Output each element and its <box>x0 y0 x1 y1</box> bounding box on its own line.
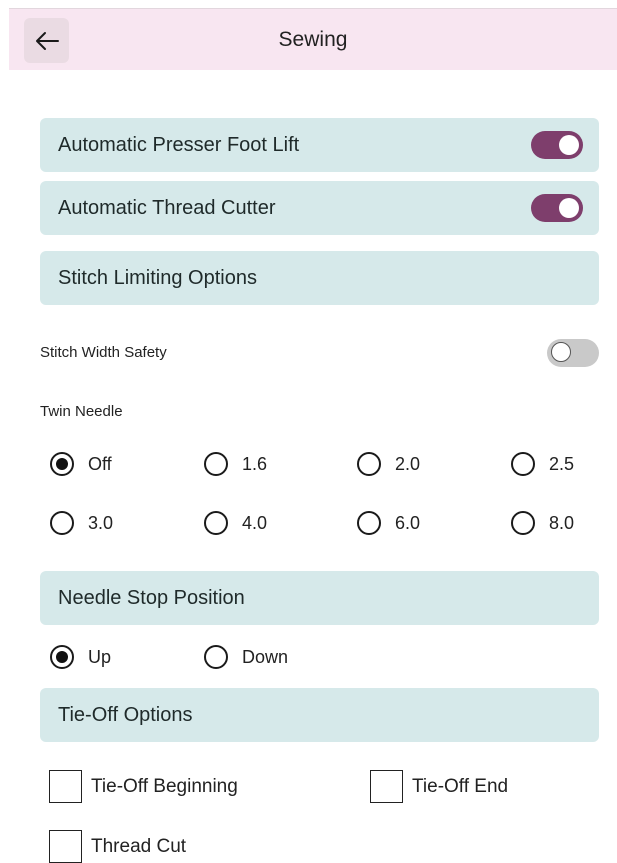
needle-stop-title: Needle Stop Position <box>58 586 245 609</box>
radio-label: Up <box>88 646 112 667</box>
thread-cutter-row: Automatic Thread Cutter <box>40 181 599 235</box>
twin-needle-option-off[interactable]: Off <box>50 452 112 476</box>
needle-stop-option-down[interactable]: Down <box>204 645 288 669</box>
radio-label: 6.0 <box>395 512 421 533</box>
radio-label: 4.0 <box>242 512 268 533</box>
twin-needle-option-2-5[interactable]: 2.5 <box>511 452 574 476</box>
twin-needle-option-2-0[interactable]: 2.0 <box>357 452 420 476</box>
needle-stop-section-header: Needle Stop Position <box>40 571 599 625</box>
twin-needle-option-6-0[interactable]: 6.0 <box>357 511 420 535</box>
checkbox-box <box>370 770 403 803</box>
radio-label: 1.6 <box>242 453 268 474</box>
radio-label: Down <box>242 646 289 667</box>
radio-unselected <box>357 452 381 476</box>
tie-off-section-header: Tie-Off Options <box>40 688 599 742</box>
twin-needle-option-8-0[interactable]: 8.0 <box>511 511 574 535</box>
tie-off-end-checkbox[interactable]: Tie-Off End <box>370 770 508 803</box>
radio-unselected <box>204 452 228 476</box>
thread-cutter-label: Automatic Thread Cutter <box>58 196 276 219</box>
stitch-limiting-title: Stitch Limiting Options <box>58 266 257 289</box>
twin-needle-option-3-0[interactable]: 3.0 <box>50 511 113 535</box>
stitch-width-safety-label: Stitch Width Safety <box>40 344 167 361</box>
radio-label: 8.0 <box>549 512 575 533</box>
checkbox-box <box>49 770 82 803</box>
needle-stop-option-up[interactable]: Up <box>50 645 111 669</box>
checkbox-label: Thread Cut <box>91 835 187 857</box>
radio-unselected <box>511 511 535 535</box>
page-title: Sewing <box>278 28 348 51</box>
thread-cut-checkbox[interactable]: Thread Cut <box>49 830 186 863</box>
radio-unselected <box>204 511 228 535</box>
checkbox-label: Tie-Off End <box>412 775 509 797</box>
radio-unselected <box>204 645 228 669</box>
radio-label: 2.5 <box>549 453 575 474</box>
tie-off-title: Tie-Off Options <box>58 703 193 726</box>
radio-unselected <box>511 452 535 476</box>
stitch-limiting-section-header: Stitch Limiting Options <box>40 251 599 305</box>
twin-needle-label: Twin Needle <box>40 403 123 420</box>
checkbox-label: Tie-Off Beginning <box>91 775 238 797</box>
toggle-knob <box>559 135 579 155</box>
radio-unselected <box>50 511 74 535</box>
toggle-knob <box>559 198 579 218</box>
presser-foot-lift-row: Automatic Presser Foot Lift <box>40 118 599 172</box>
presser-foot-lift-toggle[interactable] <box>531 131 583 159</box>
radio-label: 3.0 <box>88 512 114 533</box>
radio-selected <box>50 645 74 669</box>
radio-selected <box>50 452 74 476</box>
presser-foot-lift-label: Automatic Presser Foot Lift <box>58 133 300 156</box>
radio-label: Off <box>88 453 112 474</box>
checkbox-box <box>49 830 82 863</box>
radio-unselected <box>357 511 381 535</box>
stitch-width-safety-toggle[interactable] <box>547 339 599 367</box>
tie-off-beginning-checkbox[interactable]: Tie-Off Beginning <box>49 770 238 803</box>
twin-needle-option-1-6[interactable]: 1.6 <box>204 452 267 476</box>
thread-cutter-toggle[interactable] <box>531 194 583 222</box>
radio-label: 2.0 <box>395 453 421 474</box>
toggle-knob <box>551 342 571 362</box>
top-app-bar: Sewing <box>9 8 617 70</box>
twin-needle-option-4-0[interactable]: 4.0 <box>204 511 267 535</box>
